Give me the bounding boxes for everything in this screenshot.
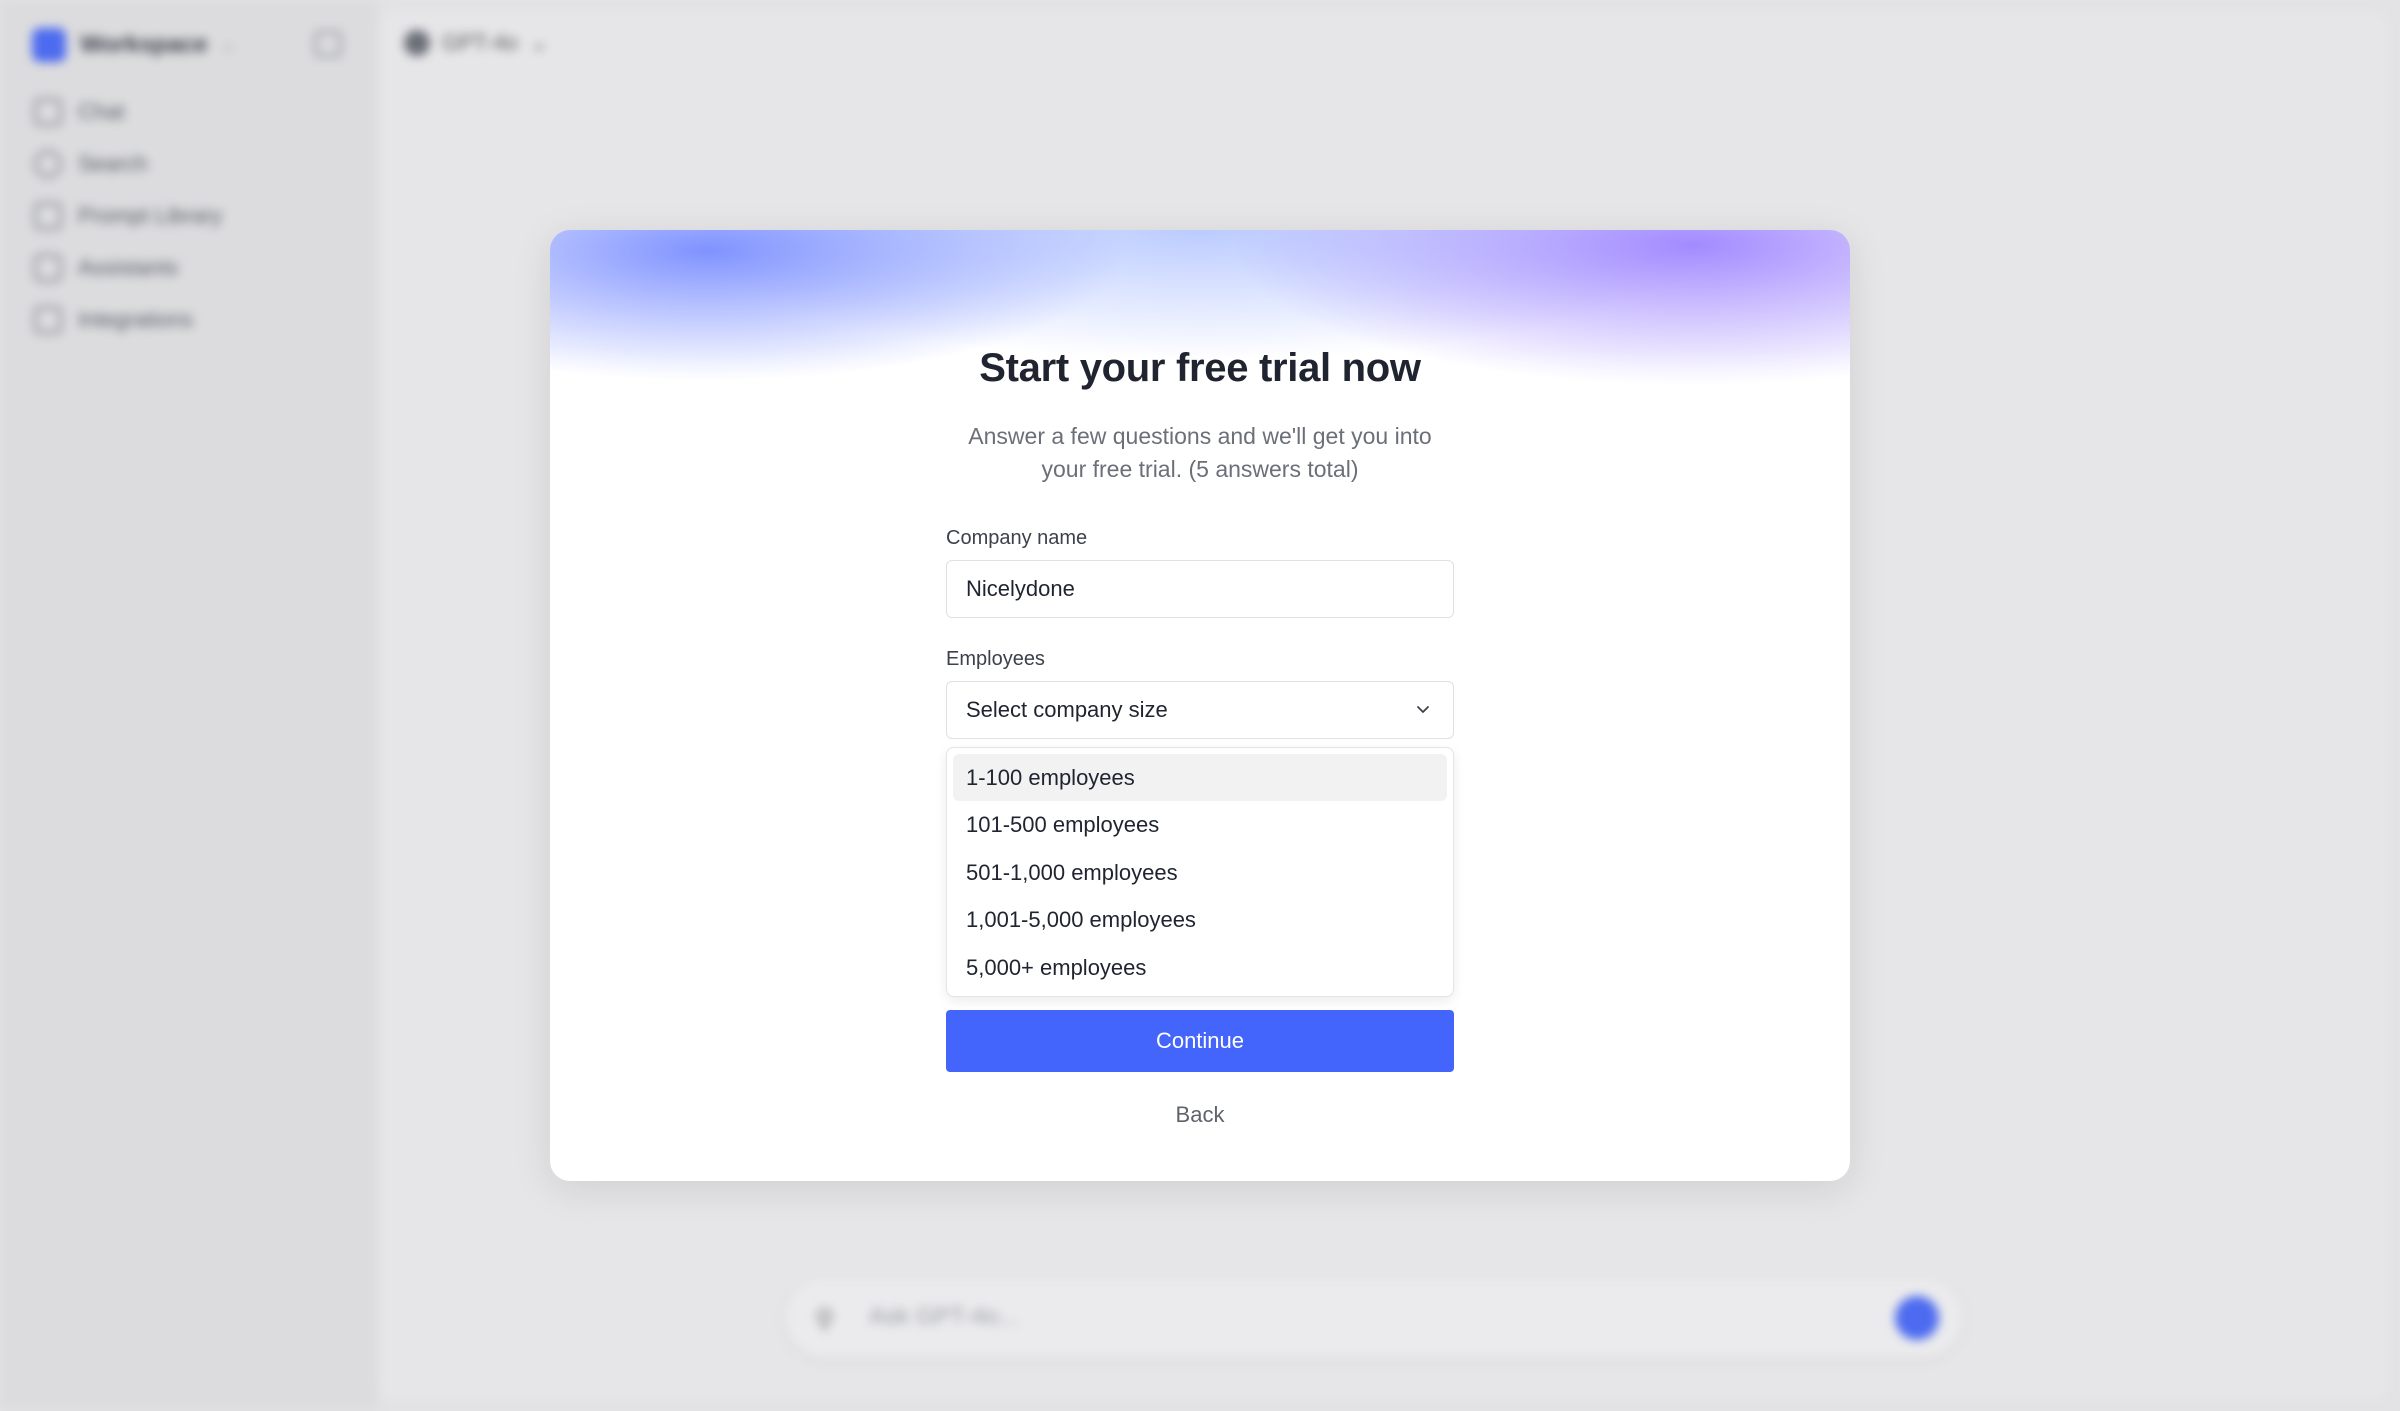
pen-icon: [34, 98, 62, 126]
sidebar-item-label: Integrations: [78, 307, 193, 332]
option-501-1000-employees[interactable]: 501-1,000 employees: [953, 849, 1447, 896]
sidebar: Workspace ⌄ Chat Search Prompt Library A…: [0, 0, 378, 1411]
sidebar-item-prompt-library[interactable]: Prompt Library: [34, 190, 222, 242]
workspace-switcher[interactable]: Workspace ⌄: [32, 27, 235, 63]
sidebar-item-label: Search: [78, 151, 148, 176]
attach-icon[interactable]: ⚲: [815, 1304, 834, 1335]
option-1001-5000-employees[interactable]: 1,001-5,000 employees: [953, 897, 1447, 944]
company-name-input[interactable]: Nicelydone: [946, 560, 1454, 618]
sidebar-item-assistants[interactable]: Assistants: [34, 242, 222, 294]
chevron-down-icon: [1417, 706, 1429, 713]
continue-button[interactable]: Continue: [946, 1010, 1454, 1072]
sidebar-item-search[interactable]: Search: [34, 138, 222, 190]
free-trial-modal: Start your free trial now Answer a few q…: [550, 230, 1850, 1181]
chat-composer[interactable]: ⚲ Ask GPT-4o...: [785, 1278, 1963, 1358]
composer-placeholder: Ask GPT-4o...: [869, 1303, 1019, 1330]
modal-title: Start your free trial now: [979, 346, 1421, 390]
employees-label: Employees: [946, 648, 1045, 670]
workspace-name: Workspace: [80, 31, 208, 58]
model-name: GPT-4o: [442, 30, 518, 55]
sidebar-collapse-icon[interactable]: [314, 31, 342, 57]
company-size-select[interactable]: Select company size: [946, 681, 1454, 739]
company-size-dropdown: 1-100 employees 101-500 employees 501-1,…: [946, 747, 1454, 997]
sidebar-item-label: Prompt Library: [78, 203, 223, 228]
sidebar-item-chat[interactable]: Chat: [34, 86, 222, 138]
search-icon: [34, 150, 62, 178]
modal-subtitle: Answer a few questions and we'll get you…: [968, 423, 1432, 482]
company-size-placeholder: Select company size: [966, 697, 1168, 722]
sidebar-item-label: Chat: [78, 99, 125, 124]
company-name-label: Company name: [946, 527, 1088, 549]
back-link[interactable]: Back: [550, 1102, 1850, 1128]
assistants-icon: [34, 254, 62, 282]
option-101-500-employees[interactable]: 101-500 employees: [953, 802, 1447, 849]
chevron-down-icon: ⌄: [221, 37, 236, 54]
workspace-logo: [32, 28, 66, 62]
sidebar-item-label: Assistants: [78, 255, 179, 280]
option-1-100-employees[interactable]: 1-100 employees: [953, 754, 1447, 801]
integrations-icon: [34, 306, 62, 334]
chevron-down-icon: ⌄: [529, 30, 549, 55]
company-name-value: Nicelydone: [966, 576, 1075, 601]
model-icon: [404, 30, 430, 56]
library-icon: [34, 202, 62, 230]
sidebar-item-integrations[interactable]: Integrations: [34, 294, 222, 346]
model-selector[interactable]: GPT-4o ⌄: [404, 30, 548, 56]
send-button[interactable]: [1895, 1296, 1939, 1340]
option-5000-plus-employees[interactable]: 5,000+ employees: [953, 944, 1447, 991]
sidebar-nav: Chat Search Prompt Library Assistants In…: [34, 86, 222, 346]
